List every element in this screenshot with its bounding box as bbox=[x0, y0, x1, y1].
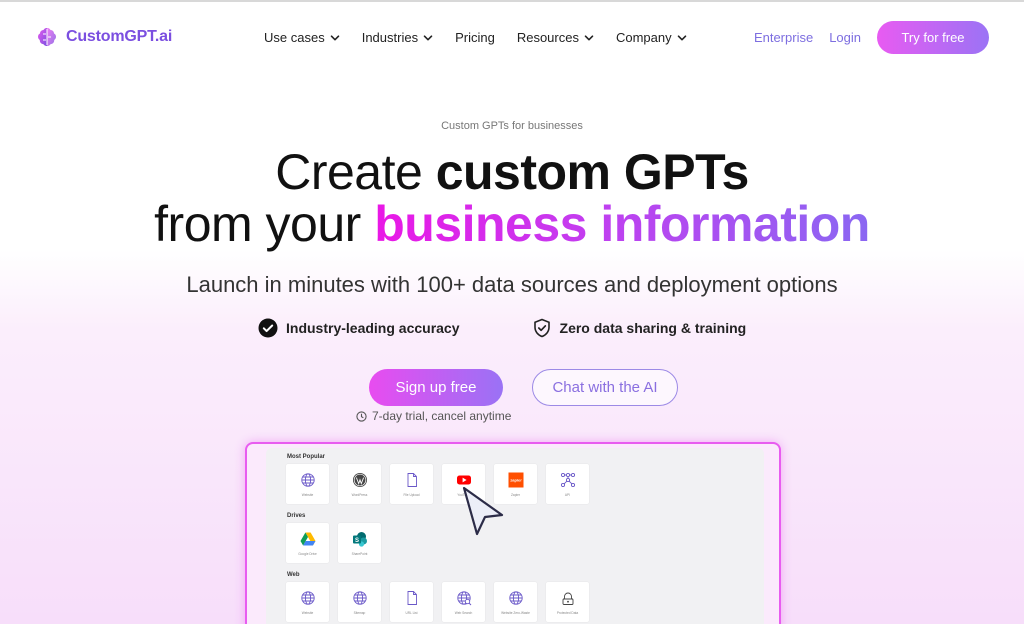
source-card-website[interactable]: Website bbox=[286, 582, 329, 622]
data-sources-panel: Most Popular Website WordPress File Upload Y… bbox=[266, 448, 764, 624]
nav-item-label: Pricing bbox=[455, 30, 495, 45]
brain-logo-icon bbox=[38, 28, 56, 46]
source-card-protected-data[interactable]: Protected Data bbox=[546, 582, 589, 622]
source-card-sitemap[interactable]: Sitemap bbox=[338, 582, 381, 622]
enterprise-link[interactable]: Enterprise bbox=[754, 30, 813, 45]
feature-list: Industry-leading accuracy Zero data shar… bbox=[258, 318, 746, 338]
trial-note: 7-day trial, cancel anytime bbox=[356, 409, 511, 423]
source-card-label: API bbox=[564, 493, 571, 497]
nav-item-pricing[interactable]: Pricing bbox=[455, 30, 495, 45]
feature-label: Zero data sharing & training bbox=[559, 320, 747, 336]
source-card-label: Google Drive bbox=[298, 552, 317, 556]
globe-icon bbox=[300, 591, 315, 605]
nav-item-resources[interactable]: Resources bbox=[517, 30, 594, 45]
main-menu: Use cases Industries Pricing Resources Compa… bbox=[264, 30, 709, 45]
globe-icon bbox=[300, 473, 315, 487]
source-card-url-list[interactable]: URL List bbox=[390, 582, 433, 622]
source-card-label: Sitemap bbox=[353, 611, 366, 615]
nav-actions: Enterprise Login Try for free bbox=[754, 21, 989, 54]
nav-item-label: Industries bbox=[361, 30, 419, 45]
try-for-free-button[interactable]: Try for free bbox=[877, 21, 989, 54]
section-title-drives: Drives bbox=[287, 513, 306, 519]
hero-subtitle: Launch in minutes with 100+ data sources… bbox=[186, 272, 838, 297]
headline-plain-2: from your bbox=[154, 196, 375, 252]
source-card-label: SharePoint bbox=[351, 552, 368, 556]
sharepoint-icon: S bbox=[352, 532, 367, 547]
google-drive-icon bbox=[300, 532, 315, 546]
top-border bbox=[0, 0, 1024, 2]
hero-headline: Create custom GPTs from your business in… bbox=[0, 146, 1024, 250]
hero-cta-row: Sign up free Chat with the AI bbox=[369, 369, 678, 406]
product-preview: Most Popular Website WordPress File Upload Y… bbox=[245, 442, 781, 624]
source-card-google-drive[interactable]: Google Drive bbox=[286, 523, 329, 563]
source-card-label: WordPress bbox=[351, 493, 368, 497]
chevron-down-icon bbox=[423, 34, 433, 40]
source-card-label: Website bbox=[301, 611, 314, 615]
headline-bold-1: custom GPTs bbox=[435, 144, 750, 200]
source-card-website-zero-waste[interactable]: Website Zero-Waste bbox=[494, 582, 537, 622]
lock-icon bbox=[562, 592, 573, 605]
feature-accuracy: Industry-leading accuracy bbox=[258, 318, 460, 338]
nav-item-use-cases[interactable]: Use cases bbox=[264, 30, 340, 45]
svg-text:S: S bbox=[354, 538, 358, 544]
mouse-cursor-icon bbox=[462, 486, 504, 536]
brand-logo[interactable]: CustomGPT.ai bbox=[35, 25, 172, 49]
nav-item-label: Company bbox=[615, 30, 672, 45]
globe-icon bbox=[352, 591, 367, 605]
file-icon bbox=[407, 591, 417, 605]
headline-gradient-text: business information bbox=[374, 196, 870, 252]
nav-item-label: Resources bbox=[516, 30, 579, 45]
feature-label: Industry-leading accuracy bbox=[286, 320, 460, 336]
globe-search-icon bbox=[456, 591, 471, 606]
source-card-web-search[interactable]: Web Search bbox=[442, 582, 485, 622]
section-title-most-popular: Most Popular bbox=[287, 454, 326, 460]
globe-icon bbox=[508, 591, 523, 605]
trial-text: 7-day trial, cancel anytime bbox=[372, 409, 512, 423]
chevron-down-icon bbox=[677, 34, 686, 40]
check-circle-icon bbox=[258, 318, 278, 338]
wordpress-icon bbox=[352, 473, 367, 487]
source-card-website[interactable]: Website bbox=[286, 464, 329, 504]
login-link[interactable]: Login bbox=[829, 30, 861, 45]
nav-item-company[interactable]: Company bbox=[616, 30, 687, 45]
brand-name: CustomGPT.ai bbox=[66, 28, 173, 45]
source-card-label: URL List bbox=[405, 611, 418, 615]
svg-text:zapier: zapier bbox=[510, 478, 522, 483]
source-card-sharepoint[interactable]: S SharePoint bbox=[338, 523, 381, 563]
hero-eyebrow: Custom GPTs for businesses bbox=[441, 120, 583, 132]
api-icon bbox=[560, 472, 575, 488]
sign-up-free-button[interactable]: Sign up free bbox=[369, 369, 503, 406]
chevron-down-icon bbox=[584, 34, 594, 40]
section-title-web: Web bbox=[287, 572, 300, 578]
chevron-down-icon bbox=[330, 34, 340, 40]
source-card-label: Zapier bbox=[510, 493, 521, 497]
source-card-api[interactable]: API bbox=[546, 464, 589, 504]
source-card-label: Web Search bbox=[454, 611, 473, 615]
source-card-label: Website Zero-Waste bbox=[501, 611, 530, 615]
source-card-wordpress[interactable]: WordPress bbox=[338, 464, 381, 504]
shield-check-icon bbox=[533, 318, 550, 338]
clock-icon bbox=[356, 410, 367, 422]
source-card-label: Website bbox=[301, 493, 314, 497]
file-icon bbox=[407, 473, 417, 487]
chat-with-ai-button[interactable]: Chat with the AI bbox=[532, 369, 678, 406]
nav-item-industries[interactable]: Industries bbox=[362, 30, 433, 45]
source-card-file-upload[interactable]: File Upload bbox=[390, 464, 433, 504]
source-card-label: File Upload bbox=[403, 493, 420, 497]
headline-line-1: Create custom GPTs bbox=[0, 146, 1024, 198]
feature-privacy: Zero data sharing & training bbox=[532, 318, 747, 338]
nav-item-label: Use cases bbox=[264, 30, 325, 45]
headline-plain-1: Create bbox=[275, 144, 436, 200]
headline-line-2: from your business information bbox=[0, 198, 1024, 250]
top-nav: CustomGPT.ai Use cases Industries Pricing R… bbox=[0, 18, 1024, 58]
source-card-label: Protected Data bbox=[556, 611, 579, 615]
zapier-icon: zapier bbox=[508, 472, 523, 488]
